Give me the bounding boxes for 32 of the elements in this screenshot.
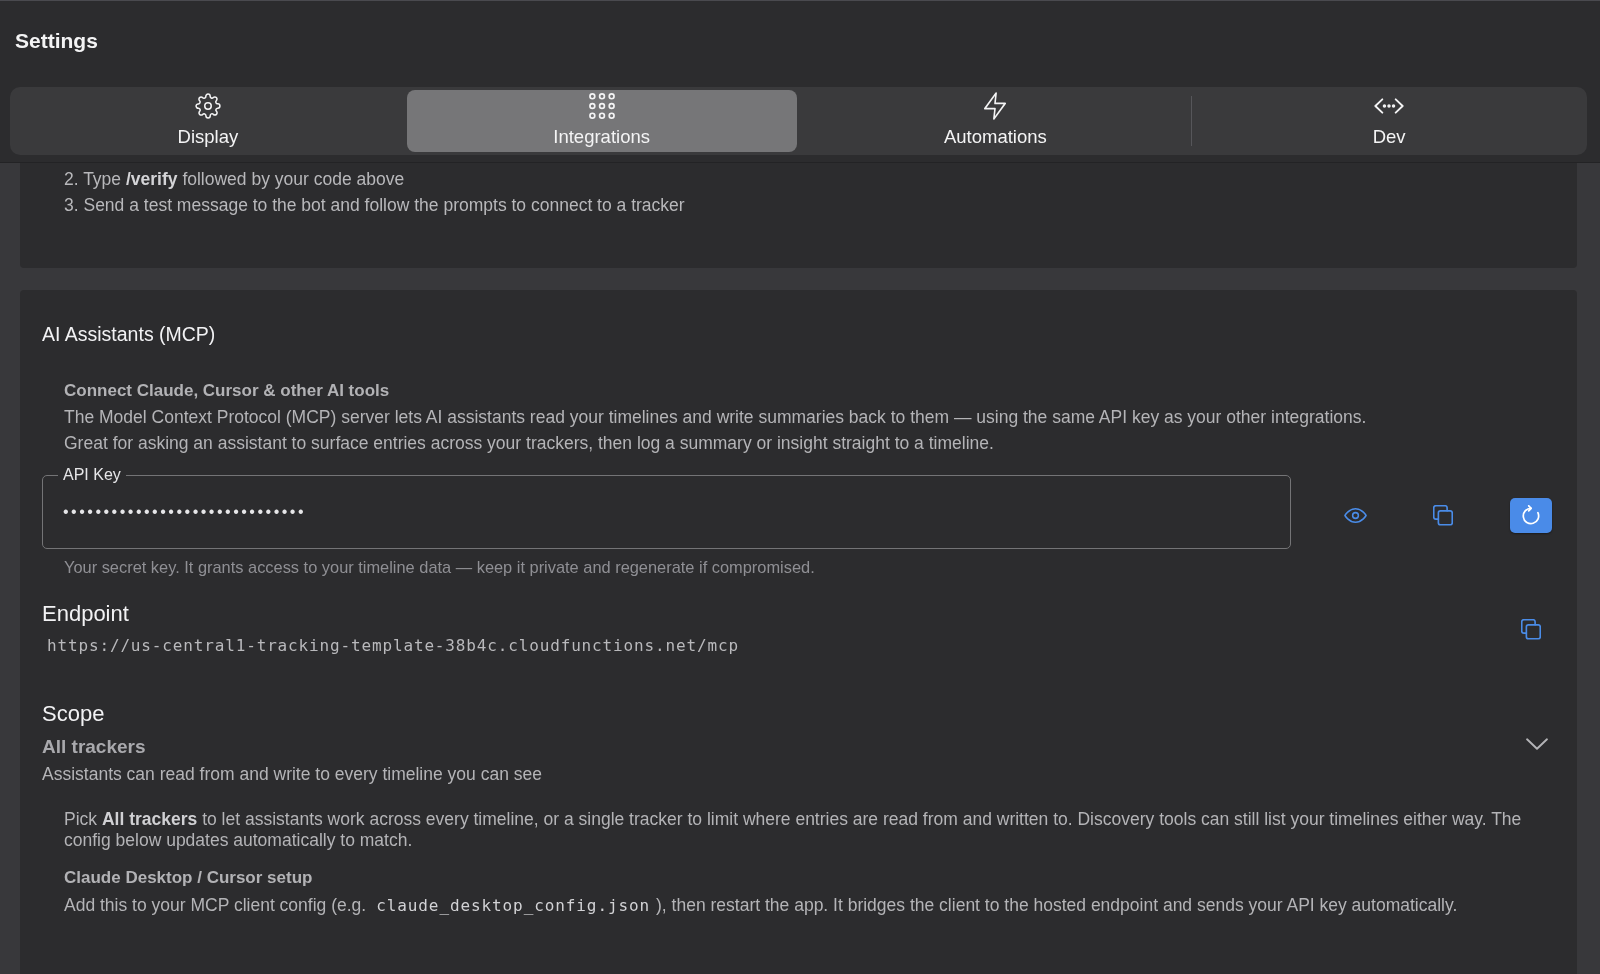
copy-icon — [1521, 619, 1541, 640]
endpoint-title: Endpoint — [42, 601, 130, 627]
code-icon — [1374, 98, 1405, 114]
field-label: API Key — [62, 467, 122, 483]
tab[interactable]: Dev — [1194, 90, 1584, 152]
scope-description: Assistants can read from and write to every timeline you can see — [42, 763, 542, 786]
window-title: Settings — [15, 29, 98, 53]
eye-icon — [1343, 507, 1367, 523]
regenerate-button[interactable] — [1510, 497, 1552, 533]
section-title: AI Assistants (MCP) — [42, 322, 217, 346]
step-text: 2. Type /verify followed by your code above — [64, 168, 406, 191]
intro-text: The Model Context Protocol (MCP) server lets AI assistants read your timelines and write summaries back to them — using the same API key as your other integrations. — [64, 406, 1368, 429]
setup-title: Claude Desktop / Cursor setup — [64, 867, 314, 889]
endpoint-url: https://us-central1-tracking-template-38b4c.cloudfunctions.net/mcp — [46, 635, 739, 657]
scope-note: Pick All trackers to let assistants work across every timeline, or a single tracker to limit where entries are read from and written to. Discovery tools can still list your timelines either way. The config below updates automatically to match. — [64, 809, 1523, 851]
helper-text: Your secret key. It grants access to your timeline data — keep it private and regenerate if compromised. — [64, 557, 816, 577]
lightning-icon — [984, 92, 1007, 120]
tab[interactable]: Automations — [800, 90, 1191, 152]
intro-text: Great for asking an assistant to surface entries across your trackers, then log a summary or insight straight to a timeline. — [64, 432, 995, 455]
scope-value: All trackers — [42, 735, 147, 759]
tab[interactable]: Integrations — [406, 90, 797, 152]
copy-icon — [1433, 504, 1453, 526]
refresh-icon — [1522, 505, 1540, 525]
setup-text: Add this to your MCP client config (e.g. claude_desktop_config.json ), then restart the app. It bridges the client to the hosted endpoint and sends your API key automatically. — [64, 894, 1459, 917]
intro-title: Connect Claude, Cursor & other AI tools — [64, 380, 391, 402]
dots-grid-icon — [588, 93, 615, 119]
scope-title: Scope — [42, 701, 106, 727]
step-text: 3. Send a test message to the bot and follow the prompts to connect to a tracker — [64, 194, 686, 217]
tab[interactable]: Display — [13, 90, 403, 152]
api-key-field[interactable]: API Key •••••••••••••••••••••••••••••• — [42, 467, 1291, 549]
chevron-down-icon — [1526, 737, 1548, 750]
gear-icon — [194, 93, 221, 119]
